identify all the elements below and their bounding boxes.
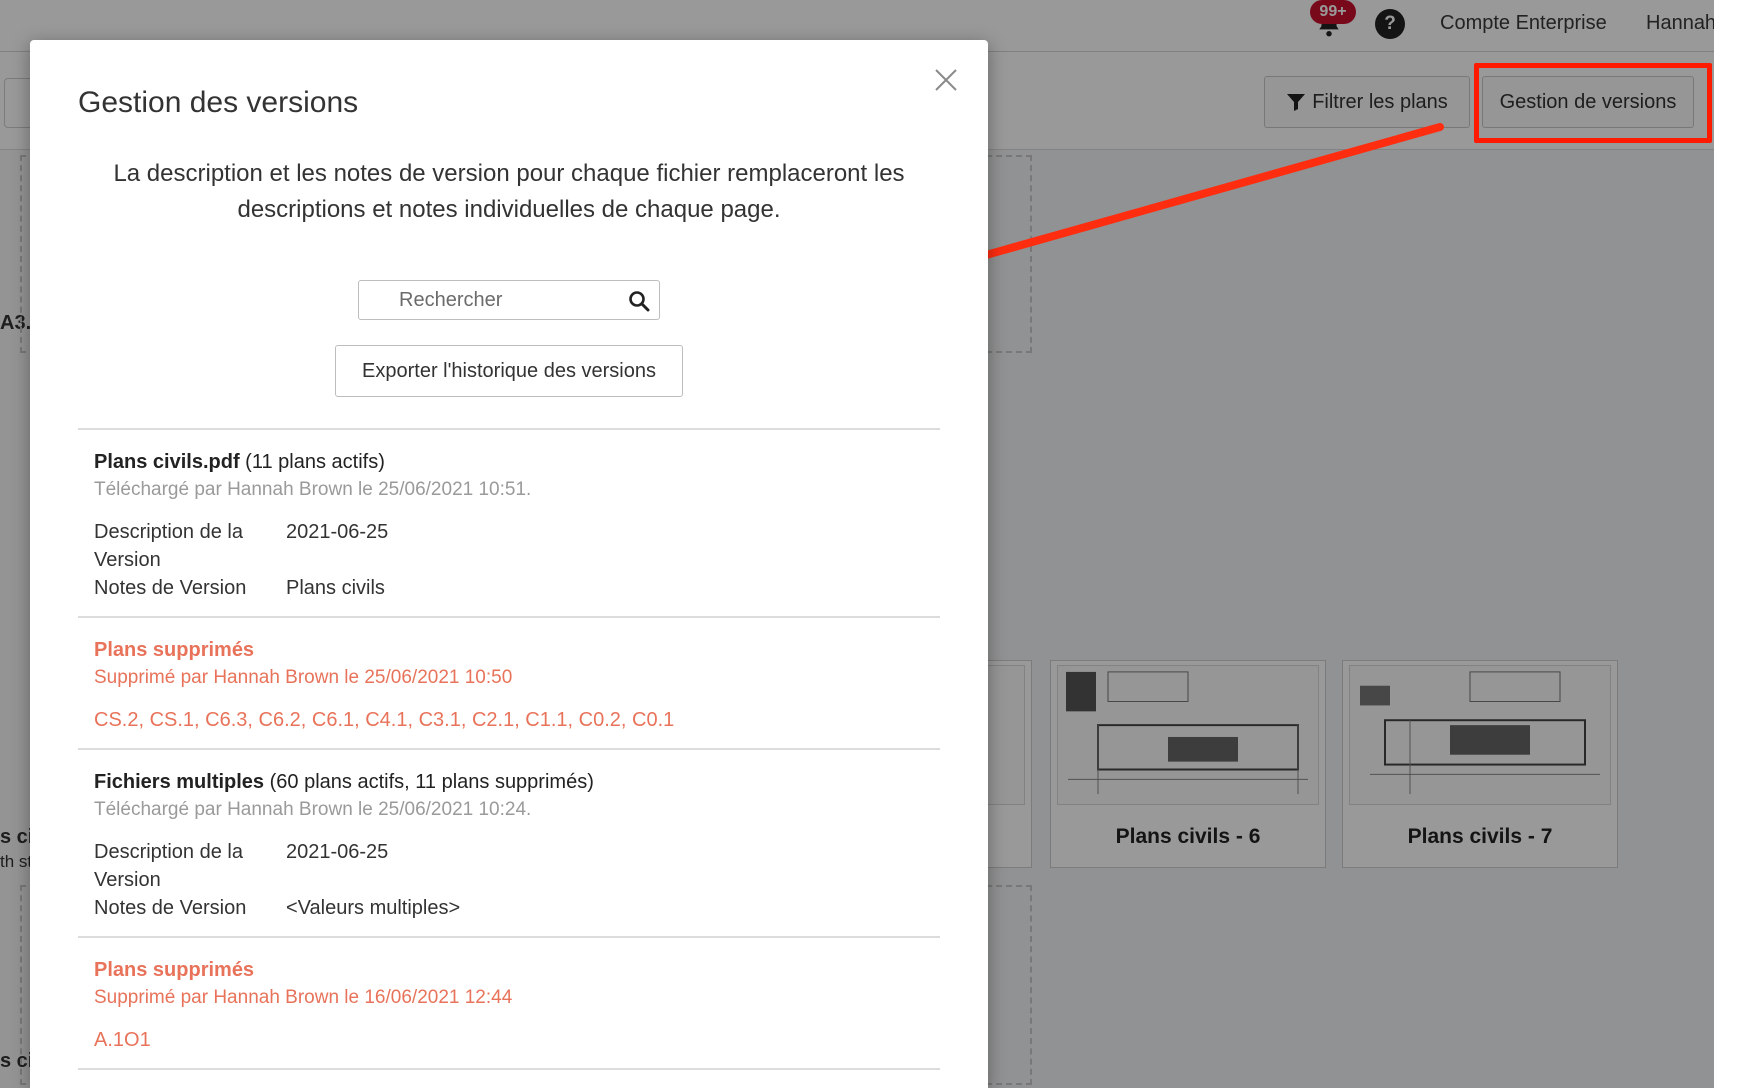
version-description-label: Description de la Version [94, 841, 243, 891]
deleted-plans-entry: Plans supprimés Supprimé par Hannah Brow… [78, 938, 940, 1068]
deleted-plans-title: Plans supprimés [94, 639, 255, 661]
deleted-plan-codes: CS.2, CS.1, C6.3, C6.2, C6.1, C4.1, C3.1… [94, 709, 675, 731]
version-notes-value: <Valeurs multiples> [286, 897, 461, 919]
file-meta: (60 plans actifs, 11 plans supprimés) [269, 771, 594, 793]
version-management-modal: Gestion des versions La description et l… [30, 40, 988, 1088]
search-icon[interactable] [627, 289, 651, 313]
version-description-row: Description de la Version 2021-06-25 [94, 518, 924, 574]
file-name[interactable]: Plans civils.pdf [94, 451, 240, 473]
version-entry: Plans civils.pdf (11 plans actifs) Téléc… [78, 430, 940, 616]
version-description-value: 2021-06-25 [286, 521, 389, 543]
entry-header: Fichiers multiples (60 plans actifs, 11 … [94, 768, 924, 796]
version-notes-row: Notes de Version Plans civils [94, 574, 924, 602]
modal-title: Gestion des versions [78, 86, 359, 119]
file-name[interactable]: Fichiers multiples [94, 771, 264, 793]
version-entry: Fichiers multiples (60 plans actifs, 11 … [78, 750, 940, 936]
version-notes-label: Notes de Version [94, 897, 247, 919]
close-icon[interactable] [932, 66, 960, 94]
version-description-label: Description de la Version [94, 521, 243, 571]
version-description-value: 2021-06-25 [286, 841, 389, 863]
version-description-row: Description de la Version 2021-06-25 [94, 838, 924, 894]
search-box [358, 280, 660, 320]
version-notes-label: Notes de Version [94, 577, 247, 599]
deleted-by: Supprimé par Hannah Brown le 16/06/2021 … [94, 987, 513, 1008]
entry-header: Plans civils.pdf (11 plans actifs) [94, 448, 924, 476]
deleted-plans-title: Plans supprimés [94, 959, 255, 981]
export-version-history-button[interactable]: Exporter l'historique des versions [335, 345, 683, 397]
deleted-plans-entry: Plans supprimés Supprimé par Hannah Brow… [78, 618, 940, 748]
modal-description: La description et les notes de version p… [113, 160, 905, 223]
uploaded-by: Téléchargé par Hannah Brown le 25/06/202… [94, 479, 532, 500]
deleted-by: Supprimé par Hannah Brown le 25/06/2021 … [94, 667, 513, 688]
version-list: Plans civils.pdf (11 plans actifs) Téléc… [78, 428, 940, 1070]
search-input[interactable] [367, 281, 617, 319]
file-meta: (11 plans actifs) [245, 451, 385, 473]
divider [78, 1068, 940, 1070]
version-notes-value: Plans civils [286, 577, 385, 599]
deleted-plan-codes: A.1O1 [94, 1029, 151, 1051]
uploaded-by: Téléchargé par Hannah Brown le 25/06/202… [94, 799, 532, 820]
version-notes-row: Notes de Version <Valeurs multiples> [94, 894, 924, 922]
